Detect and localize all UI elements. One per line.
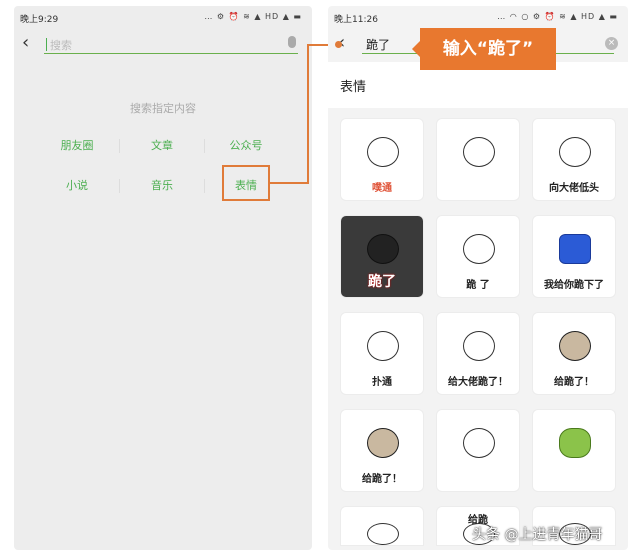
sticker-item[interactable] [436,118,520,201]
status-icons: … ◠ ○ ⚙ ⏰ ≋ ▲ HD ▲ ▬ [497,12,618,21]
sticker-caption: 给跪了！ [362,474,402,485]
connector-line [270,182,308,184]
divider [204,179,205,193]
divider [119,179,120,193]
status-icons: … ⚙ ⏰ ≋ ▲ HD ▲ ▬ [204,12,302,21]
sticker-item[interactable]: 跪 了 [436,215,520,298]
connector-line [307,44,309,184]
sticker-caption: 跪 了 [466,280,490,291]
sticker-image [559,331,591,361]
sticker-image [367,234,399,264]
sticker-image [367,523,399,545]
sticker-caption: 我给你跪下了 [544,280,604,291]
back-icon[interactable]: ‹ [22,34,29,52]
status-bar: 晚上9:29 … ⚙ ⏰ ≋ ▲ HD ▲ ▬ [20,12,302,26]
sticker-caption: 噗通 [372,183,392,194]
sticker-item[interactable]: 跪了 [340,215,424,298]
left-phone-screen: 晚上9:29 … ⚙ ⏰ ≋ ▲ HD ▲ ▬ ‹ 搜索 搜索指定内容 朋友圈 文… [14,6,312,550]
sticker-image [559,137,591,167]
sticker-item[interactable] [340,506,424,546]
sticker-caption: 给跪了！ [554,377,594,388]
sticker-caption: 向大佬低头 [549,183,599,194]
sticker-image [463,428,495,458]
sticker-image [367,428,399,458]
microphone-icon[interactable] [288,36,296,48]
sticker-caption: 扑通 [372,377,392,388]
sticker-item[interactable]: 扑通 [340,312,424,395]
sticker-item[interactable]: 我给你跪下了 [532,215,616,298]
watermark: 头条 @上进青年猫哥 [472,527,603,543]
sticker-caption: 给大佬跪了！ [448,377,508,388]
sticker-image [463,331,495,361]
sticker-item[interactable]: 给大佬跪了！ [436,312,520,395]
status-bar: 晚上11:26 … ◠ ○ ⚙ ⏰ ≋ ▲ HD ▲ ▬ [334,12,618,26]
connector-dot [335,41,342,48]
search-hint: 搜索指定内容 [130,102,196,115]
search-placeholder: 搜索 [50,39,72,52]
sticker-image [463,137,495,167]
sticker-caption: 跪了 [368,274,396,290]
category-articles[interactable]: 文章 [120,137,204,153]
category-novels[interactable]: 小说 [35,177,119,193]
sticker-image [559,428,591,458]
sticker-image [559,234,591,264]
sticker-item[interactable]: 噗通 [340,118,424,201]
clock: 晚上9:29 [20,15,59,25]
category-official-accounts[interactable]: 公众号 [204,137,288,153]
right-phone-screen: 晚上11:26… ◠ ○ ⚙ ⏰ ≋ ▲ HD ▲ ▬ ‹ 跪了 × 表情 噗通… [328,6,628,550]
highlight-box [222,165,270,201]
sticker-item[interactable]: 向大佬低头 [532,118,616,201]
clear-icon[interactable]: × [605,37,618,50]
category-music[interactable]: 音乐 [120,177,204,193]
sticker-image [367,331,399,361]
search-input[interactable]: 搜索 [44,36,298,54]
callout-label: 输入“跪了” [412,28,556,70]
sticker-item[interactable]: 给跪了！ [532,312,616,395]
divider [119,139,120,153]
clock: 晚上11:26 [334,15,378,25]
sticker-item[interactable] [436,409,520,492]
divider [204,139,205,153]
category-moments[interactable]: 朋友圈 [35,137,119,153]
sticker-image [463,234,495,264]
sticker-item[interactable] [532,409,616,492]
sticker-image [367,137,399,167]
sticker-item[interactable]: 给跪了！ [340,409,424,492]
sticker-grid: 噗通 向大佬低头 跪了跪 了我给你跪下了 扑通 给大佬跪了！ 给跪了！ 给跪了！ 给跪 [340,118,616,546]
